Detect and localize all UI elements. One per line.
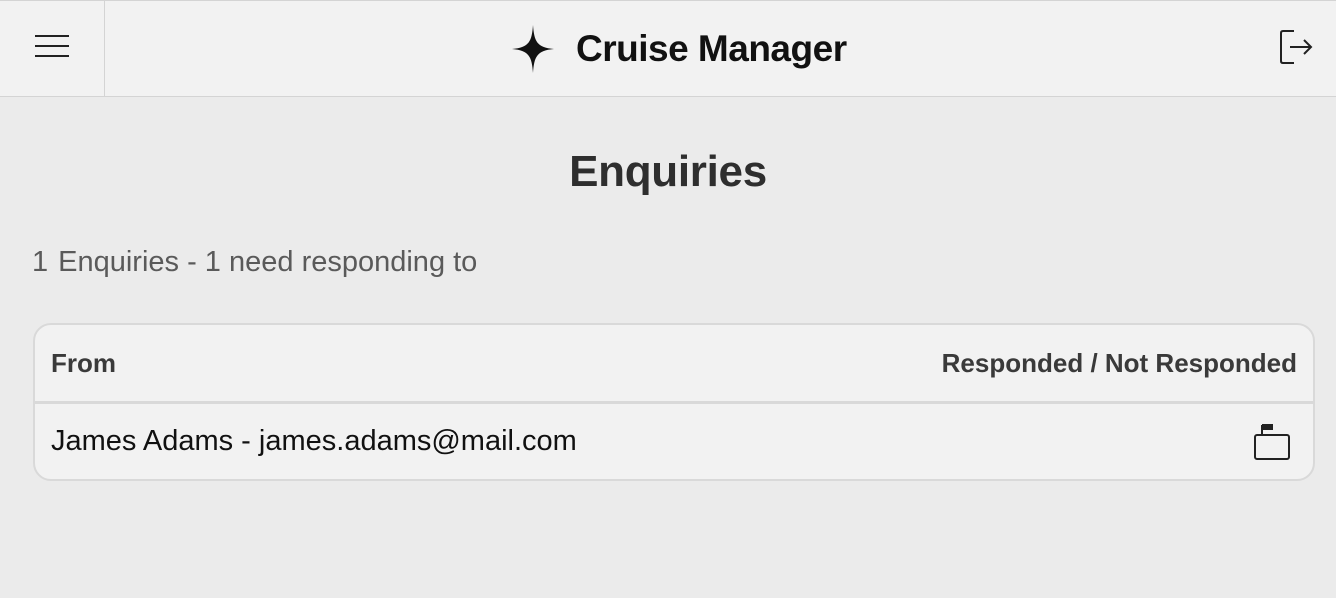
- column-header-status: Responded / Not Responded: [941, 347, 1297, 378]
- mailbox-flag-icon[interactable]: [1252, 421, 1292, 463]
- app-title: Cruise Manager: [576, 27, 847, 69]
- logout-icon: [1279, 28, 1313, 71]
- enquiries-table: From Responded / Not Responded James Ada…: [33, 323, 1315, 481]
- table-header: From Responded / Not Responded: [35, 325, 1313, 404]
- enquiry-from: James Adams - james.adams@mail.com: [51, 425, 577, 457]
- table-row[interactable]: James Adams - james.adams@mail.com: [35, 404, 1313, 479]
- logout-button[interactable]: [1276, 29, 1316, 69]
- app-header: Cruise Manager: [0, 0, 1336, 97]
- enquiries-count: 1: [32, 246, 49, 278]
- sparkle-star-icon: [512, 24, 554, 73]
- page-title: Enquiries: [569, 147, 767, 196]
- enquiries-summary-text: Enquiries - 1 need responding to: [58, 246, 478, 278]
- menu-button[interactable]: [0, 1, 105, 96]
- brand[interactable]: Cruise Manager: [512, 1, 847, 96]
- hamburger-menu-icon: [34, 34, 70, 63]
- enquiries-summary: 1 Enquiries - 1 need responding to: [32, 246, 477, 279]
- column-header-from: From: [51, 347, 116, 378]
